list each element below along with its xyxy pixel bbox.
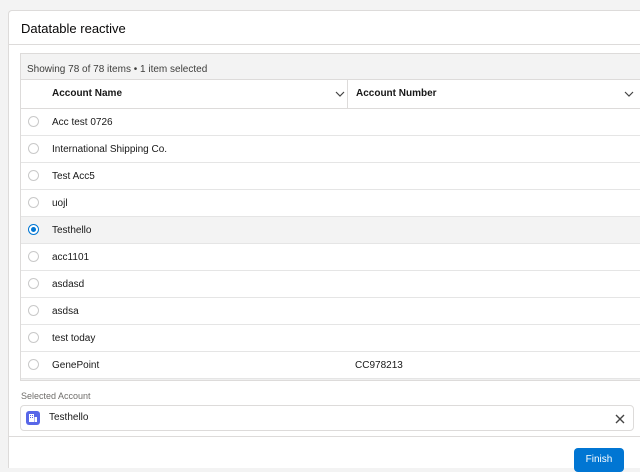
table-row[interactable]: test today xyxy=(21,325,640,352)
table-row[interactable]: GenePoint CC978213 xyxy=(21,352,640,379)
table-header: Account Name Account Number xyxy=(21,80,640,109)
scrollbar-thumb[interactable] xyxy=(31,380,609,381)
table-row[interactable]: asdsa xyxy=(21,298,640,325)
cell-account-number: CC978213 xyxy=(355,360,403,371)
table-row[interactable]: International Shipping Co. xyxy=(21,136,640,163)
cell-account-name: GenePoint xyxy=(52,360,100,371)
table-row[interactable]: acc1101 xyxy=(21,244,640,271)
close-icon[interactable] xyxy=(614,412,626,424)
row-radio-button[interactable] xyxy=(28,224,39,235)
row-radio-button[interactable] xyxy=(28,332,39,343)
selected-account-label: Selected Account xyxy=(21,391,91,401)
table-row[interactable]: Testhello xyxy=(21,217,640,244)
cell-account-name: asdsa xyxy=(52,306,79,317)
row-radio-button[interactable] xyxy=(28,278,39,289)
account-icon xyxy=(26,411,40,425)
datatable: Showing 78 of 78 items • 1 item selected… xyxy=(20,53,640,381)
column-label: Account Number xyxy=(356,88,437,99)
row-radio-button[interactable] xyxy=(28,305,39,316)
cell-account-name: uojl xyxy=(52,198,68,209)
table-info-bar: Showing 78 of 78 items • 1 item selected xyxy=(21,54,640,80)
chevron-down-icon[interactable] xyxy=(624,89,634,99)
cell-account-name: International Shipping Co. xyxy=(52,144,168,155)
cell-account-name: acc1101 xyxy=(52,252,90,263)
selected-account-pill: Testhello xyxy=(20,405,634,431)
card-title: Datatable reactive xyxy=(21,21,126,36)
row-radio-button[interactable] xyxy=(28,116,39,127)
column-header-account-name[interactable]: Account Name xyxy=(52,80,345,108)
datatable-card: Datatable reactive Showing 78 of 78 item… xyxy=(8,10,640,472)
table-body: Acc test 0726 International Shipping Co. T… xyxy=(21,109,640,379)
table-row[interactable]: Test Acc5 xyxy=(21,163,640,190)
cell-account-name: Acc test 0726 xyxy=(52,117,113,128)
cell-account-name: asdasd xyxy=(52,279,85,290)
cell-account-name: Test Acc5 xyxy=(52,171,95,182)
column-label: Account Name xyxy=(52,88,123,99)
cell-account-name: test today xyxy=(52,333,96,344)
table-row[interactable]: asdasd xyxy=(21,271,640,298)
scroll-left-icon[interactable] xyxy=(23,380,27,381)
chevron-down-icon[interactable] xyxy=(335,89,345,99)
table-row[interactable]: uojl xyxy=(21,190,640,217)
footer-divider xyxy=(9,436,640,437)
row-radio-button[interactable] xyxy=(28,197,39,208)
header-divider xyxy=(9,44,640,45)
row-radio-button[interactable] xyxy=(28,359,39,370)
row-radio-button[interactable] xyxy=(28,170,39,181)
selected-account-value: Testhello xyxy=(49,412,89,423)
row-radio-button[interactable] xyxy=(28,251,39,262)
scroll-right-icon[interactable] xyxy=(622,380,626,381)
column-header-account-number[interactable]: Account Number xyxy=(347,80,640,108)
table-row[interactable]: Acc test 0726 xyxy=(21,109,640,136)
cell-account-name: Testhello xyxy=(52,225,92,236)
horizontal-scrollbar[interactable] xyxy=(21,379,640,381)
finish-button[interactable]: Finish xyxy=(574,448,624,472)
row-radio-button[interactable] xyxy=(28,143,39,154)
